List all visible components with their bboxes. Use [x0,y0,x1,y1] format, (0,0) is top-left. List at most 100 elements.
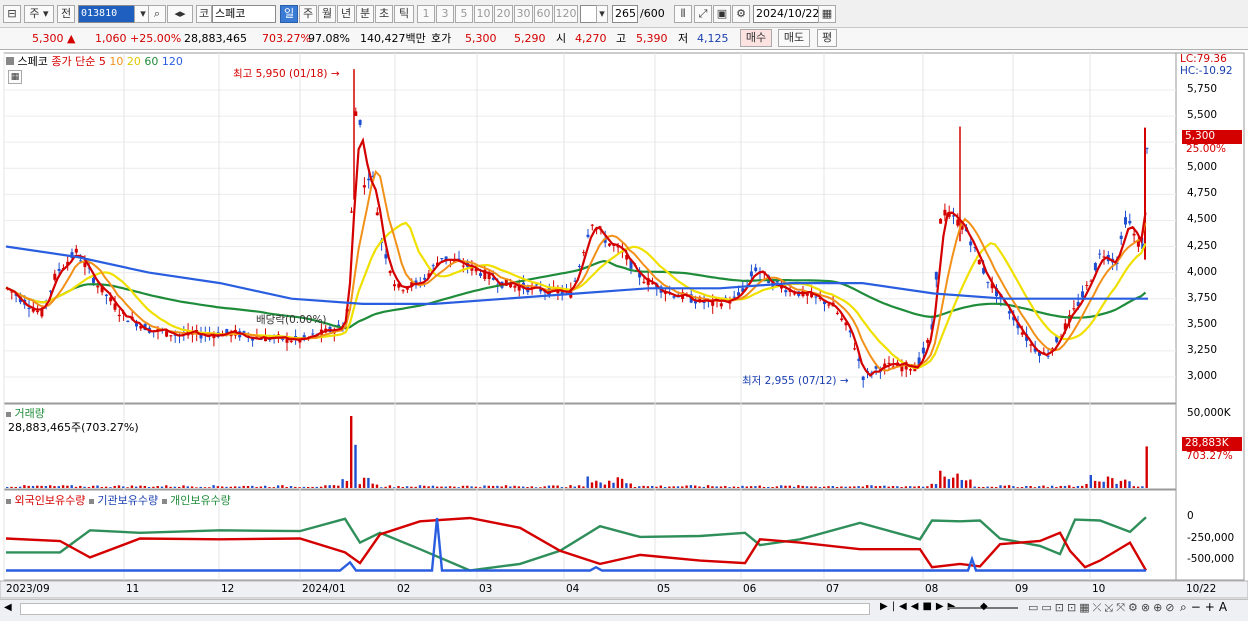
volume-bar [173,486,177,488]
stock-code-input[interactable]: 013810 [78,5,136,23]
stock-name-field[interactable]: 스페코 [212,5,276,23]
volume-bar [874,486,877,488]
volume-bar [900,487,903,488]
volume-bar [18,486,22,488]
custom-period-dropdown-icon[interactable]: ▾ [596,5,608,23]
volume-bar [848,486,852,488]
buy-button[interactable]: 매수 [740,29,772,47]
volume-bar [1068,485,1071,488]
volume-bar [1016,487,1019,488]
candle-body [835,312,839,314]
window-layout-icon[interactable]: ⊟ [3,5,21,23]
price-y-tick: 3,000 [1187,370,1218,382]
x-axis-label: 08 [925,583,939,595]
volume-bar [444,486,447,488]
legend-ma5: 5 [98,55,106,68]
scroll-left-icon[interactable]: ◀ [4,602,12,613]
volume-bar [27,485,30,488]
sell-button[interactable]: 매도 [778,29,810,47]
volume-bar [526,487,529,488]
eval-button[interactable]: 평 [817,29,837,47]
volume-bar [405,486,409,488]
min-5-button[interactable]: 5 [455,5,473,23]
market-select[interactable]: 주 ▾ [24,5,54,23]
high-price: 5,390 [636,32,668,45]
volume-bar [487,485,490,488]
min-60-button[interactable]: 60 [534,5,553,23]
period-tick-button[interactable]: 틱 [394,5,414,23]
volume-bar [1081,485,1084,488]
legend-foreign-holding: 외국인보유수량 [14,494,86,507]
period-month-button[interactable]: 월 [318,5,336,23]
period-minute-button[interactable]: 분 [356,5,374,23]
min-1-button[interactable]: 1 [417,5,435,23]
chart-area[interactable]: 스페코 종가 단순 5 10 20 60 120 ▦ 최고 5,950 (01/… [0,50,1248,621]
volume-bar [986,486,989,488]
volume-bar [1145,446,1148,488]
volume-bar [745,486,748,488]
volume-bar [831,486,834,488]
prev-stock-button[interactable]: 전 [57,5,75,23]
candle-body [199,335,203,339]
save-icon[interactable]: ▣ [713,5,731,23]
period-year-button[interactable]: 년 [337,5,355,23]
volume-bar [186,486,189,488]
volume-bar [285,486,288,488]
legend-ma10: 10 [109,55,124,68]
candle-body [732,296,736,298]
volume-bar [375,484,379,488]
candle-body [853,348,857,350]
volume-bar [1102,481,1105,488]
volume-bar [861,486,865,488]
stock-chart[interactable] [0,50,1248,621]
table-icon[interactable]: ▦ [8,70,22,84]
volume-bar [461,485,465,488]
volume-bar [66,485,69,488]
volume-bar [844,486,847,488]
price-legend: 스페코 종가 단순 5 10 20 60 120 [6,53,183,69]
volume-bar [31,485,35,488]
zoom-controls[interactable]: ⌕−+A [1180,600,1231,615]
min-10-button[interactable]: 10 [474,5,493,23]
candle-body [350,211,353,213]
volume-bar [113,485,116,488]
horizontal-scrollbar[interactable] [20,603,870,615]
volume-bar [448,486,452,488]
tool-icons[interactable]: ▭▭⊡⊡▦⤫⤩⤧⚙⊗⊕⊘ [1028,601,1178,615]
candle-body [582,252,586,254]
calendar-icon[interactable]: ▦ [818,5,836,23]
period-week-button[interactable]: 주 [299,5,317,23]
period-day-button[interactable]: 일 [280,5,298,23]
candle-type-icon[interactable]: ⫴ [674,5,692,23]
min-30-button[interactable]: 30 [514,5,533,23]
volume-bar [427,486,430,488]
volume-bar [659,485,662,488]
volume-bar [1111,478,1114,488]
period-second-button[interactable]: 초 [375,5,393,23]
x-axis-label: 05 [657,583,671,595]
volume-panel-frame [3,403,1177,490]
speaker-icon[interactable]: ◂▸ [167,5,193,23]
hc-label: HC:-10.92 [1180,65,1233,77]
volume-bar [896,486,899,488]
volume-bar [289,486,293,488]
min-3-button[interactable]: 3 [436,5,454,23]
volume-bar [414,486,417,488]
volume-bar [130,485,134,488]
date-input[interactable]: 2024/10/22 [753,5,819,23]
zoom-slider-thumb[interactable]: ◆ [980,601,988,612]
min-20-button[interactable]: 20 [494,5,513,23]
volume-bar [384,486,387,488]
gear-icon[interactable]: ⚙ [732,5,750,23]
candle-body [384,254,388,259]
search-icon[interactable]: ⌕ [148,5,166,23]
volume-bar [1042,485,1045,488]
candle-body [921,347,925,354]
dividend-annotation: 배당락(0.00%) [256,314,327,326]
volume-bar [629,483,632,488]
data-count-input[interactable]: 265 [612,5,638,23]
volume-bar [814,486,817,488]
indicator-icon[interactable]: ⤢ [694,5,712,23]
volume-bar [276,485,280,488]
min-120-button[interactable]: 120 [554,5,578,23]
